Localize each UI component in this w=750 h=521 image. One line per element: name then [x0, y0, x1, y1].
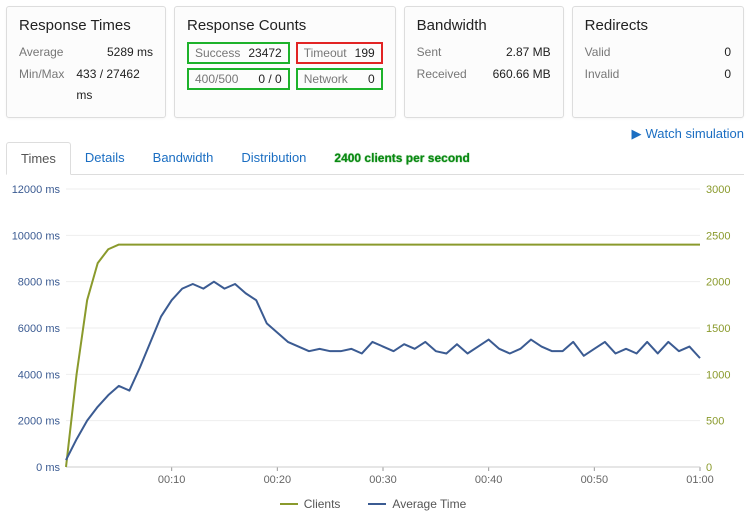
svg-text:10000 ms: 10000 ms: [12, 230, 61, 242]
legend-swatch-clients: [280, 503, 298, 505]
card-title: Redirects: [585, 17, 731, 34]
tab-times[interactable]: Times: [6, 142, 71, 175]
svg-text:1500: 1500: [706, 323, 730, 335]
timeout-cell: Timeout 199: [296, 42, 383, 64]
chart-svg: 0 ms 2000 ms 4000 ms 6000 ms 8000 ms 10000 ms…: [6, 181, 740, 491]
network-value: 0: [368, 72, 375, 86]
minmax-value: 433 / 27462 ms: [76, 64, 153, 107]
invalid-value: 0: [724, 64, 731, 86]
success-cell: Success 23472: [187, 42, 290, 64]
tab-distribution[interactable]: Distribution: [227, 142, 320, 173]
svg-text:01:00: 01:00: [686, 474, 714, 486]
svg-text:00:10: 00:10: [158, 474, 186, 486]
network-cell: Network 0: [296, 68, 383, 90]
success-value: 23472: [248, 46, 281, 60]
avg-label: Average: [19, 42, 63, 64]
card-title: Response Counts: [187, 17, 383, 34]
invalid-label: Invalid: [585, 64, 620, 86]
svg-text:6000 ms: 6000 ms: [18, 323, 61, 335]
watch-simulation-link[interactable]: ▶ Watch simulation: [632, 126, 745, 142]
svg-text:0: 0: [706, 462, 712, 474]
valid-value: 0: [724, 42, 731, 64]
svg-text:1000: 1000: [706, 369, 730, 381]
play-icon: ▶: [632, 126, 642, 142]
err-value: 0 / 0: [258, 72, 281, 86]
timeout-value: 199: [355, 46, 375, 60]
err-cell: 400/500 0 / 0: [187, 68, 290, 90]
svg-text:0 ms: 0 ms: [36, 462, 60, 474]
svg-text:2000 ms: 2000 ms: [18, 415, 61, 427]
legend-avg-time: Average Time: [368, 497, 466, 511]
summary-cards: Response Times Average 5289 ms Min/Max 4…: [6, 6, 744, 118]
avg-value: 5289 ms: [107, 42, 153, 64]
err-label: 400/500: [195, 72, 238, 86]
sent-label: Sent: [417, 42, 442, 64]
legend-clients-label: Clients: [304, 497, 341, 511]
svg-text:500: 500: [706, 415, 724, 427]
chart-legend: Clients Average Time: [6, 497, 740, 511]
response-times-card: Response Times Average 5289 ms Min/Max 4…: [6, 6, 166, 118]
svg-text:8000 ms: 8000 ms: [18, 276, 61, 288]
timeout-label: Timeout: [304, 46, 347, 60]
card-title: Bandwidth: [417, 17, 551, 34]
legend-clients: Clients: [280, 497, 341, 511]
tab-bandwidth[interactable]: Bandwidth: [139, 142, 228, 173]
tab-details[interactable]: Details: [71, 142, 139, 173]
minmax-label: Min/Max: [19, 64, 64, 107]
svg-text:2000: 2000: [706, 276, 730, 288]
watch-label: Watch simulation: [646, 126, 745, 141]
svg-text:12000 ms: 12000 ms: [12, 184, 61, 196]
svg-text:2500: 2500: [706, 230, 730, 242]
response-counts-card: Response Counts Success 23472 Timeout 19…: [174, 6, 396, 118]
card-title: Response Times: [19, 17, 153, 34]
watch-row: ▶ Watch simulation: [6, 126, 744, 142]
svg-text:00:50: 00:50: [581, 474, 609, 486]
tabs: Times Details Bandwidth Distribution 240…: [6, 142, 744, 175]
times-chart: 0 ms 2000 ms 4000 ms 6000 ms 8000 ms 10000 ms…: [6, 181, 740, 521]
svg-text:00:40: 00:40: [475, 474, 503, 486]
svg-text:00:30: 00:30: [369, 474, 397, 486]
svg-text:3000: 3000: [706, 184, 730, 196]
recv-value: 660.66 MB: [493, 64, 551, 86]
redirects-card: Redirects Valid 0 Invalid 0: [572, 6, 744, 118]
legend-avg-time-label: Average Time: [392, 497, 466, 511]
sent-value: 2.87 MB: [506, 42, 551, 64]
svg-text:4000 ms: 4000 ms: [18, 369, 61, 381]
valid-label: Valid: [585, 42, 611, 64]
success-label: Success: [195, 46, 240, 60]
recv-label: Received: [417, 64, 467, 86]
clients-per-second-annotation: 2400 clients per second: [334, 151, 469, 165]
bandwidth-card: Bandwidth Sent 2.87 MB Received 660.66 M…: [404, 6, 564, 118]
network-label: Network: [304, 72, 348, 86]
svg-text:00:20: 00:20: [264, 474, 292, 486]
legend-swatch-avg-time: [368, 503, 386, 505]
